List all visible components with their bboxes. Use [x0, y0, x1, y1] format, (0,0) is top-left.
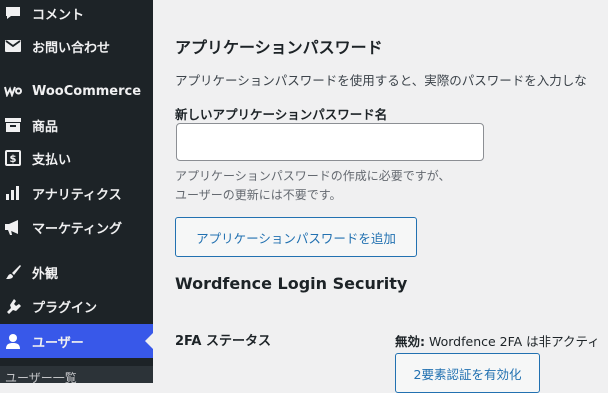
- sidebar-item-label: 外観: [32, 266, 59, 282]
- active-indicator: [145, 333, 153, 349]
- payment-icon: $: [3, 148, 23, 168]
- submenu-item-all-users[interactable]: ユーザー一覧: [0, 366, 153, 383]
- svg-text:$: $: [10, 154, 17, 165]
- user-icon: [3, 331, 23, 351]
- sidebar-item-label: マーケティング: [32, 221, 122, 237]
- sidebar-item-label: 支払い: [32, 152, 72, 168]
- sidebar-item-label: アナリティクス: [32, 187, 122, 203]
- help-line-1: アプリケーションパスワードの作成に必要ですが、: [175, 169, 451, 183]
- woocommerce-icon: [3, 81, 23, 101]
- sidebar-item-payments[interactable]: $ 支払い: [0, 141, 153, 175]
- plugin-icon: [3, 296, 23, 316]
- main-content: アプリケーションパスワード アプリケーションパスワードを使用すると、実際のパスワ…: [153, 0, 608, 393]
- admin-sidebar: コメント お問い合わせ WooCommerce 商品 $ 支払い アナリティクス: [0, 0, 153, 383]
- app-password-name-input[interactable]: [176, 123, 484, 161]
- sidebar-item-comments[interactable]: コメント: [0, 0, 153, 30]
- app-password-help-text: アプリケーションパスワードの作成に必要ですが、 ユーザーの更新には不要です。: [175, 167, 451, 205]
- mail-icon: [3, 36, 23, 56]
- sidebar-item-analytics[interactable]: アナリティクス: [0, 176, 153, 210]
- paintbrush-icon: [3, 262, 23, 282]
- sidebar-item-marketing[interactable]: マーケティング: [0, 210, 153, 244]
- archive-icon: [3, 115, 23, 135]
- help-line-2: ユーザーの更新には不要です。: [175, 188, 342, 202]
- chart-bar-icon: [3, 183, 23, 203]
- 2fa-status-label: 2FA ステータス: [175, 334, 272, 349]
- sidebar-item-appearance[interactable]: 外観: [0, 255, 153, 289]
- sidebar-item-label: ユーザー: [32, 335, 84, 351]
- app-passwords-description: アプリケーションパスワードを使用すると、実際のパスワードを入力しな: [175, 73, 587, 88]
- enable-2fa-button[interactable]: 2要素認証を有効化: [395, 353, 540, 393]
- add-app-password-button[interactable]: アプリケーションパスワードを追加: [175, 217, 417, 257]
- sidebar-item-label: プラグイン: [32, 300, 98, 316]
- sidebar-item-label: WooCommerce: [32, 83, 142, 99]
- sidebar-item-label: お問い合わせ: [32, 40, 111, 56]
- sidebar-item-woocommerce[interactable]: WooCommerce: [0, 74, 153, 108]
- status-prefix: 無効:: [395, 334, 425, 349]
- comment-icon: [3, 3, 23, 23]
- 2fa-status-value: 無効: Wordfence 2FA は非アクティ: [395, 331, 600, 350]
- app-password-name-label: 新しいアプリケーションパスワード名: [175, 107, 388, 122]
- sidebar-item-contact[interactable]: お問い合わせ: [0, 29, 153, 63]
- wordfence-title: Wordfence Login Security: [175, 274, 408, 293]
- app-passwords-title: アプリケーションパスワード: [175, 38, 383, 57]
- status-text: Wordfence 2FA は非アクティ: [425, 334, 600, 349]
- sidebar-item-label: コメント: [32, 7, 85, 23]
- sidebar-item-products[interactable]: 商品: [0, 108, 153, 142]
- sidebar-item-plugins[interactable]: プラグイン: [0, 289, 153, 323]
- sidebar-item-users[interactable]: ユーザー: [0, 324, 153, 358]
- sidebar-item-label: 商品: [32, 119, 59, 135]
- megaphone-icon: [3, 217, 23, 237]
